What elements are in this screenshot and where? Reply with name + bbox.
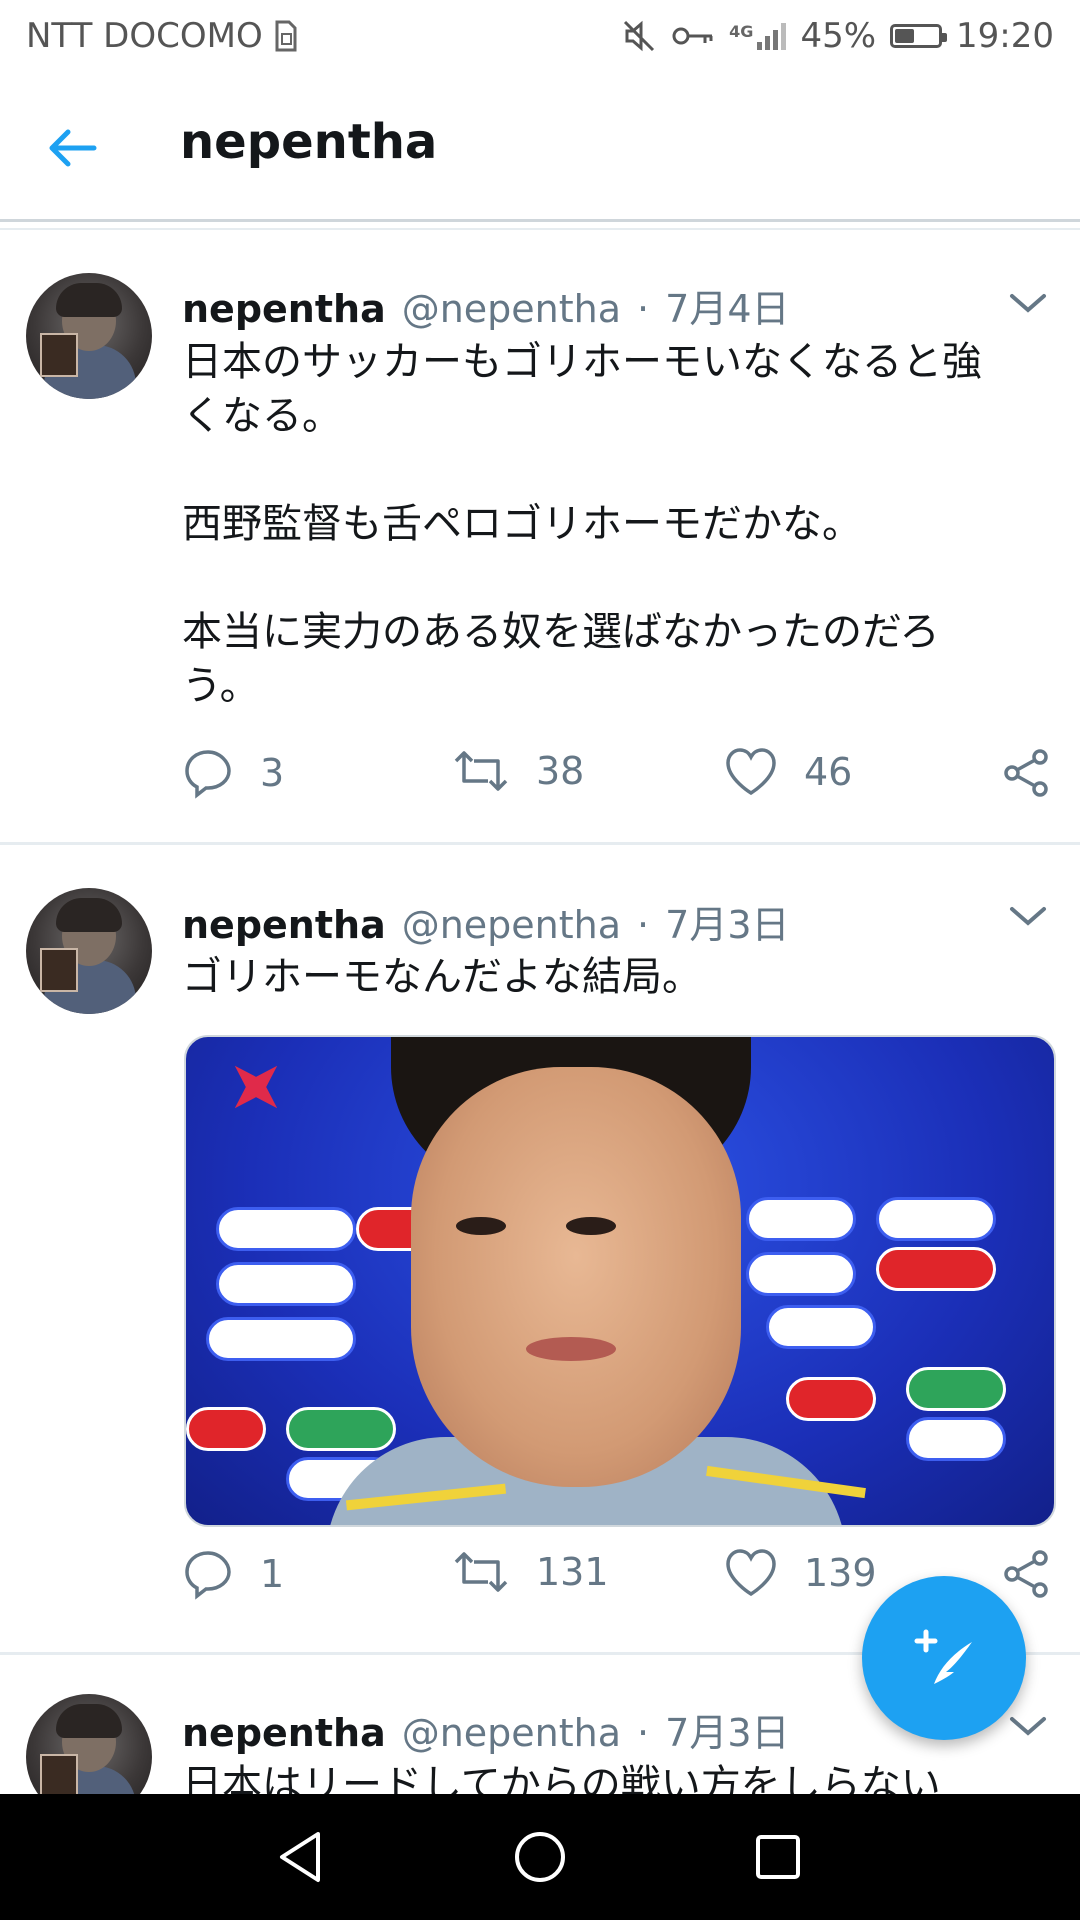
tweet-actions: 3 38 46 — [182, 747, 1048, 807]
sponsor-logo-gazprom — [216, 1262, 356, 1306]
display-name[interactable]: nepentha — [182, 1711, 386, 1755]
nav-home-button[interactable] — [507, 1824, 573, 1890]
reply-count: 1 — [260, 1552, 285, 1596]
triangle-back-icon — [280, 1832, 320, 1882]
tweet-text: ゴリホーモなんだよな結局。 — [182, 954, 702, 1000]
like-button[interactable]: 46 — [724, 747, 852, 797]
compose-tweet-icon — [914, 1629, 972, 1684]
tweet-header: nepentha @nepentha · 7月3日 — [182, 1702, 790, 1757]
reply-button[interactable]: 3 — [182, 747, 284, 799]
app-bar: nepentha — [0, 72, 1080, 222]
nav-recents-button[interactable] — [745, 1824, 811, 1890]
tweet-text: 日本はリードしてからの戦い方をしらない — [182, 1762, 941, 1798]
sponsor-logo-gazprom — [766, 1305, 876, 1349]
retweet-icon — [454, 751, 508, 791]
chevron-down-icon — [1010, 294, 1046, 313]
signal-bars-icon — [757, 22, 787, 50]
tweet-date[interactable]: 7月4日 — [665, 278, 789, 333]
status-right: 4G 45% 19:20 — [621, 16, 1054, 56]
vpn-key-icon — [672, 27, 713, 45]
sponsor-logo-adidas — [216, 1207, 356, 1251]
speech-bubble-icon — [185, 1551, 231, 1600]
arrow-left-icon — [49, 129, 97, 167]
display-name[interactable]: nepentha — [182, 903, 386, 947]
player-mouth — [526, 1337, 616, 1361]
sponsor-logo-hisense — [906, 1417, 1006, 1461]
share-icon — [1004, 749, 1048, 797]
star-decoration — [214, 1045, 299, 1130]
like-count: 139 — [804, 1551, 877, 1595]
back-button[interactable] — [44, 120, 100, 176]
user-handle[interactable]: @nepentha — [402, 1711, 621, 1755]
network-type: 4G — [729, 22, 754, 41]
status-bar: NTT DOCOMO 4G 45% 19:20 — [0, 0, 1080, 72]
user-handle[interactable]: @nepentha — [402, 287, 621, 331]
tweet-date[interactable]: 7月3日 — [665, 894, 789, 949]
retweet-icon — [454, 1552, 508, 1592]
retweet-count: 131 — [536, 1550, 609, 1594]
cell-signal: 4G — [729, 22, 787, 50]
tweet-header: nepentha @nepentha · 7月3日 — [182, 894, 790, 949]
chevron-down-icon — [1010, 907, 1046, 926]
battery-percent: 45% — [800, 16, 877, 56]
separator-dot: · — [637, 287, 650, 331]
tweet-media-image[interactable] — [184, 1035, 1056, 1527]
avatar[interactable] — [26, 1694, 152, 1798]
share-icon — [1004, 1550, 1048, 1598]
share-button[interactable] — [1000, 747, 1052, 799]
tweet[interactable]: nepentha @nepentha · 7月4日 日本のサッカーもゴリホーモい… — [0, 231, 1080, 845]
square-recents-icon — [756, 1835, 800, 1879]
retweet-count: 38 — [536, 749, 585, 793]
tweet-menu-button[interactable] — [1006, 1704, 1050, 1748]
heart-icon — [726, 748, 776, 796]
tweet-menu-button[interactable] — [1006, 894, 1050, 938]
player-eye — [566, 1217, 616, 1235]
avatar[interactable] — [26, 273, 152, 399]
user-handle[interactable]: @nepentha — [402, 903, 621, 947]
like-count: 46 — [804, 750, 853, 794]
compose-tweet-button[interactable] — [862, 1576, 1026, 1740]
sponsor-logo-mcdonalds — [186, 1407, 266, 1451]
nav-back-button[interactable] — [268, 1824, 334, 1890]
like-button[interactable]: 139 — [724, 1548, 877, 1598]
system-nav-bar — [0, 1794, 1080, 1920]
separator-dot: · — [637, 1711, 650, 1755]
retweet-button[interactable]: 38 — [452, 747, 584, 795]
carrier-label: NTT DOCOMO — [26, 16, 263, 56]
sponsor-logo-mengniu — [906, 1367, 1006, 1411]
sponsor-logo-mengniu — [286, 1407, 396, 1451]
status-left: NTT DOCOMO — [26, 16, 299, 56]
divider — [0, 228, 1080, 230]
reply-button[interactable]: 1 — [182, 1548, 284, 1600]
tweet-header: nepentha @nepentha · 7月4日 — [182, 278, 790, 333]
page-title: nepentha — [180, 114, 438, 170]
player-eye — [456, 1217, 506, 1235]
sponsor-logo-mcdonalds — [786, 1377, 876, 1421]
sim-icon — [275, 20, 297, 52]
battery-fill — [895, 29, 915, 43]
player-face — [411, 1067, 741, 1487]
speech-bubble-icon — [185, 750, 231, 799]
avatar[interactable] — [26, 888, 152, 1014]
mute-icon — [624, 20, 655, 52]
tweet-menu-button[interactable] — [1006, 281, 1050, 325]
sponsor-logo-qatar — [876, 1197, 996, 1241]
tweet-text: 日本のサッカーもゴリホーモいなくなると強 くなる。 西野監督も舌ペロゴリホーモだ… — [182, 339, 982, 709]
battery-icon — [890, 24, 948, 48]
circle-home-icon — [515, 1832, 565, 1882]
reply-count: 3 — [260, 751, 285, 795]
display-name[interactable]: nepentha — [182, 287, 386, 331]
separator-dot: · — [637, 903, 650, 947]
sponsor-logo-visa — [206, 1317, 356, 1361]
clock: 19:20 — [956, 16, 1054, 56]
sponsor-logo-cocacola — [876, 1247, 996, 1291]
chevron-down-icon — [1010, 1717, 1046, 1736]
share-button[interactable] — [1000, 1548, 1052, 1600]
retweet-button[interactable]: 131 — [452, 1548, 609, 1596]
heart-icon — [726, 1549, 776, 1597]
tweet-date[interactable]: 7月3日 — [665, 1702, 789, 1757]
sponsor-logo-adidas — [746, 1252, 856, 1296]
sponsor-logo-hyundai — [746, 1197, 856, 1241]
